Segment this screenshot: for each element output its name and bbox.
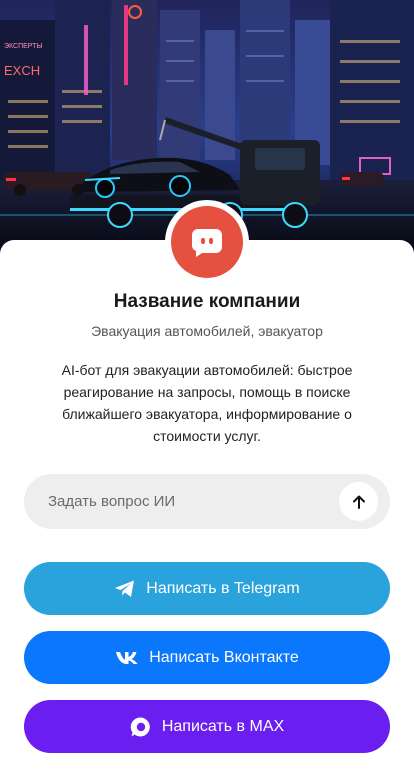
company-avatar <box>165 200 249 284</box>
hero-sign-text: EXCH <box>4 63 40 78</box>
vk-icon <box>115 651 139 665</box>
arrow-up-icon <box>351 494 367 510</box>
max-button-label: Написать в MAX <box>161 717 285 735</box>
vk-button-label: Написать Вконтакте <box>149 648 299 666</box>
ask-ai-bar <box>24 474 390 529</box>
telegram-button-label: Написать в Telegram <box>146 579 300 597</box>
telegram-button[interactable]: Написать в Telegram <box>24 562 390 615</box>
avatar-circle <box>171 206 243 278</box>
company-description: AI-бот для эвакуации автомобилей: быстро… <box>61 362 353 444</box>
hero-sign-text-2: ЭКСПЕРТЫ <box>4 43 43 50</box>
ask-send-button[interactable] <box>339 482 378 521</box>
ask-ai-input[interactable] <box>48 493 328 510</box>
max-icon <box>130 716 152 738</box>
company-name: Название компании <box>113 291 301 312</box>
company-category: Эвакуация автомобилей, эвакуатор <box>91 323 323 339</box>
chat-bot-icon <box>190 225 224 259</box>
vk-button[interactable]: Написать Вконтакте <box>24 631 390 684</box>
max-button[interactable]: Написать в MAX <box>24 700 390 753</box>
telegram-icon <box>114 579 136 599</box>
